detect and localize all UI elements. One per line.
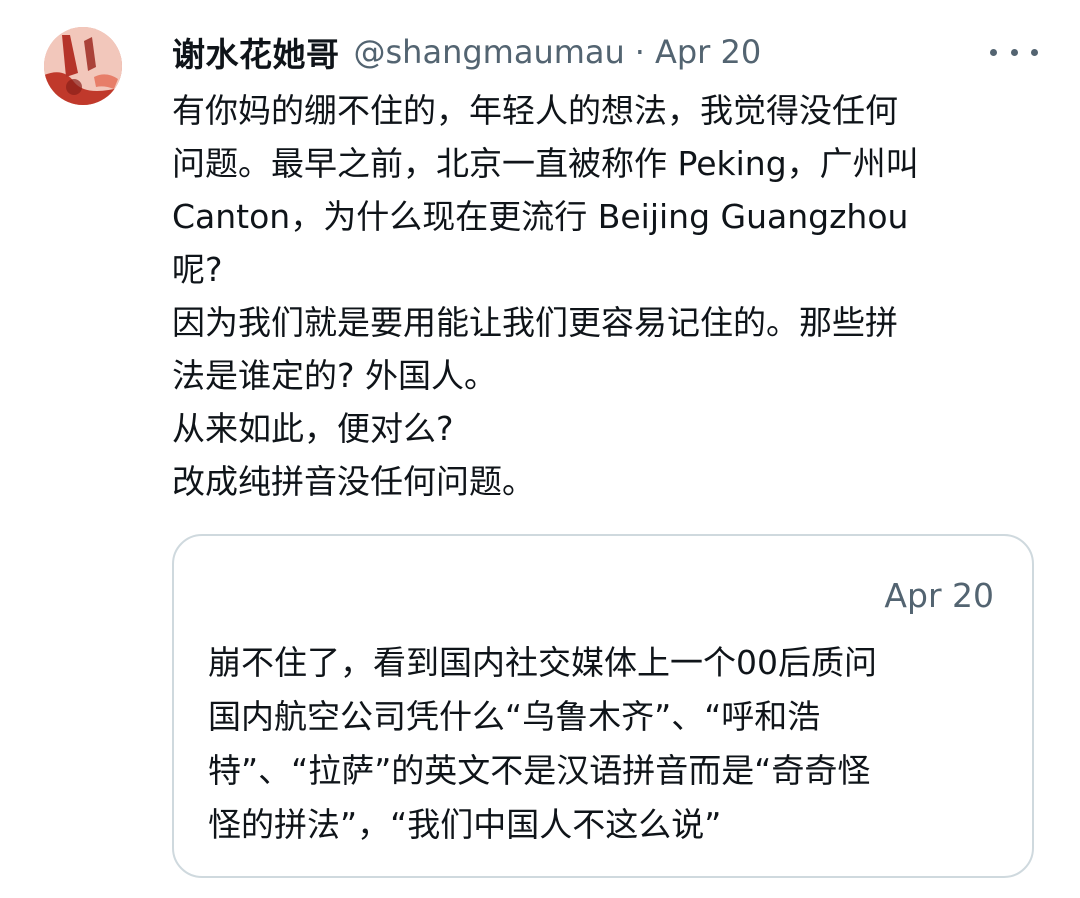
tweet-line: 有你妈的绷不住的，年轻人的想法，我觉得没任何 xyxy=(172,91,898,130)
quoted-tweet-line: 崩不住了，看到国内社交媒体上一个00后质问 xyxy=(208,643,877,682)
tweet-text: 有你妈的绷不住的，年轻人的想法，我觉得没任何 问题。最早之前，北京一直被称作 P… xyxy=(172,84,1032,508)
tweet-line: 法是谁定的? 外国人。 xyxy=(172,356,498,395)
quoted-tweet[interactable]: Apr 20 崩不住了，看到国内社交媒体上一个00后质问 国内航空公司凭什么“乌… xyxy=(172,534,1034,878)
tweet-line: 因为我们就是要用能让我们更容易记住的。那些拼 xyxy=(172,303,898,342)
more-dot xyxy=(990,48,997,56)
quoted-tweet-line: 怪的拼法”，“我们中国人不这么说” xyxy=(208,805,722,844)
author-name[interactable]: 谢水花她哥 xyxy=(172,28,340,76)
tweet-header: 谢水花她哥 @shangmaumau · Apr 20 xyxy=(172,30,761,74)
tweet-date[interactable]: Apr 20 xyxy=(655,33,761,71)
tweet-line: 从来如此，便对么? xyxy=(172,409,454,448)
more-dot xyxy=(1031,48,1038,56)
quoted-tweet-line: 国内航空公司凭什么“乌鲁木齐”、“呼和浩 xyxy=(208,697,821,736)
tweet-line: 呢? xyxy=(172,250,223,289)
more-dot xyxy=(1010,48,1018,56)
author-handle[interactable]: @shangmaumau xyxy=(354,33,625,71)
tweet-line: 改成纯拼音没任何问题。 xyxy=(172,462,535,501)
quoted-tweet-line: 特”、“拉萨”的英文不是汉语拼音而是“奇奇怪 xyxy=(208,751,871,790)
tweet-line: 问题。最早之前，北京一直被称作 Peking，广州叫 xyxy=(172,144,919,183)
quoted-tweet-text: 崩不住了，看到国内社交媒体上一个00后质问 国内航空公司凭什么“乌鲁木齐”、“呼… xyxy=(208,636,1008,852)
avatar[interactable] xyxy=(44,27,122,105)
separator-dot: · xyxy=(634,33,645,71)
avatar-image xyxy=(44,27,122,105)
tweet-line: Canton，为什么现在更流行 Beijing Guangzhou xyxy=(172,197,909,236)
more-options-icon[interactable] xyxy=(990,40,1038,64)
quoted-tweet-date[interactable]: Apr 20 xyxy=(884,576,994,615)
